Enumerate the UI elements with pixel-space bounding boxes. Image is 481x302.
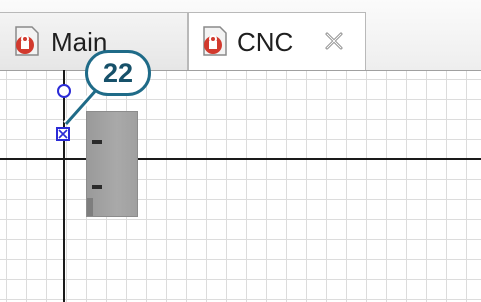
component-block[interactable] [86,111,138,217]
vertical-connection-line [63,70,65,302]
block-pin [92,185,102,189]
horizontal-connection-line [0,158,481,160]
tab-bar: Main CNC [0,0,481,70]
callout-badge: 22 [85,50,151,96]
block-shadow [87,198,93,216]
close-icon[interactable] [322,29,346,53]
diagram-canvas[interactable] [0,70,481,302]
tab-cnc-label: CNC [237,27,294,57]
block-pin [92,140,102,144]
crossed-square-port-icon[interactable] [56,127,70,141]
tab-cnc[interactable]: CNC [188,12,366,70]
port-circle-connector[interactable] [57,84,71,98]
editor-window: Main CNC 22 [0,0,481,302]
lock-document-icon [15,26,39,56]
lock-document-icon [203,26,227,56]
